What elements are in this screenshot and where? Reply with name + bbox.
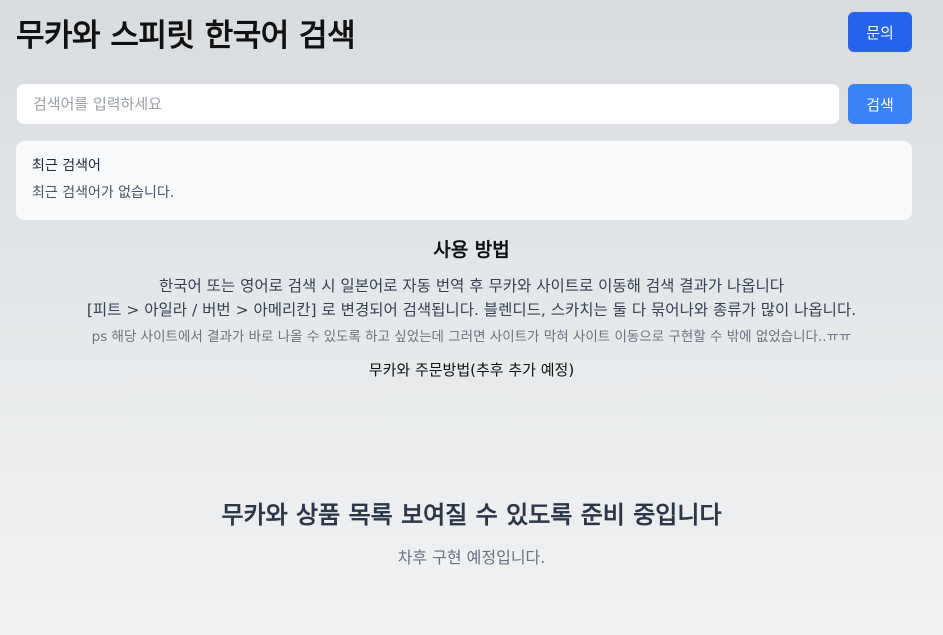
products-heading: 무카와 상품 목록 보여질 수 있도록 준비 중입니다 xyxy=(221,501,722,529)
contact-button[interactable]: 문의 xyxy=(848,12,912,52)
recent-searches-empty-text: 최근 검색어가 없습니다. xyxy=(32,185,175,201)
search-button[interactable]: 검색 xyxy=(848,84,912,124)
usage-section: 사용 방법 한국어 또는 영어로 검색 시 일본어로 자동 번역 후 무카와 사… xyxy=(0,236,943,381)
usage-description-2: [피트 > 아일라 / 버번 > 아메리칸] 로 변경되어 검색됩니다. 블렌디… xyxy=(86,301,857,319)
usage-description-1: 한국어 또는 영어로 검색 시 일본어로 자동 번역 후 무카와 사이트로 이동… xyxy=(158,277,785,295)
usage-note: ps 해당 사이트에서 결과가 바로 나올 수 있도록 하고 싶었는데 그러면 … xyxy=(91,329,852,345)
recent-searches-panel: 최근 검색어 최근 검색어가 없습니다. xyxy=(16,141,912,220)
app-header: 무카와 스피릿 한국어 검색 문의 xyxy=(16,8,912,56)
search-bar: 검색 xyxy=(16,83,912,125)
search-input[interactable] xyxy=(16,83,840,125)
page-title: 무카와 스피릿 한국어 검색 xyxy=(16,17,356,54)
order-method-text: 무카와 주문방법(추후 추가 예정) xyxy=(368,361,575,379)
usage-heading: 사용 방법 xyxy=(433,239,510,261)
products-subtext: 차후 구현 예정입니다. xyxy=(397,548,546,567)
products-section: 무카와 상품 목록 보여질 수 있도록 준비 중입니다 차후 구현 예정입니다. xyxy=(0,497,943,569)
recent-searches-title: 최근 검색어 xyxy=(32,158,101,174)
